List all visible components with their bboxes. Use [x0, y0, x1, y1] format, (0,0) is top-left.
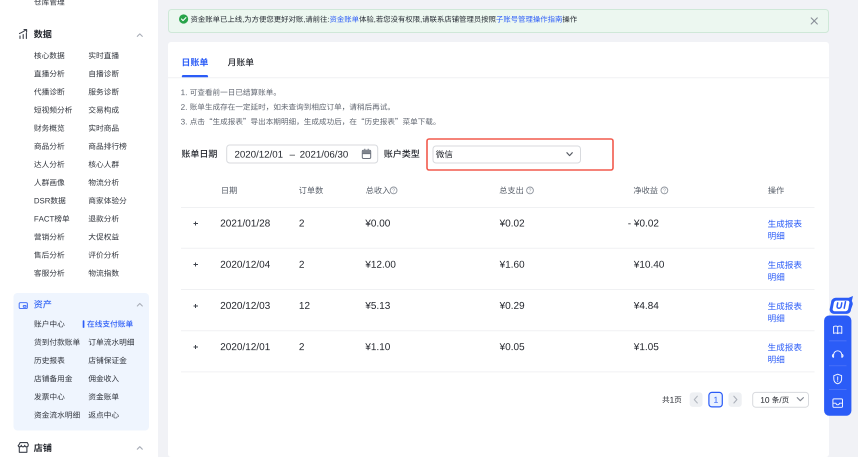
svg-text:?: ? [663, 188, 666, 194]
svg-text:?: ? [392, 188, 395, 194]
svg-text:?: ? [529, 188, 532, 194]
